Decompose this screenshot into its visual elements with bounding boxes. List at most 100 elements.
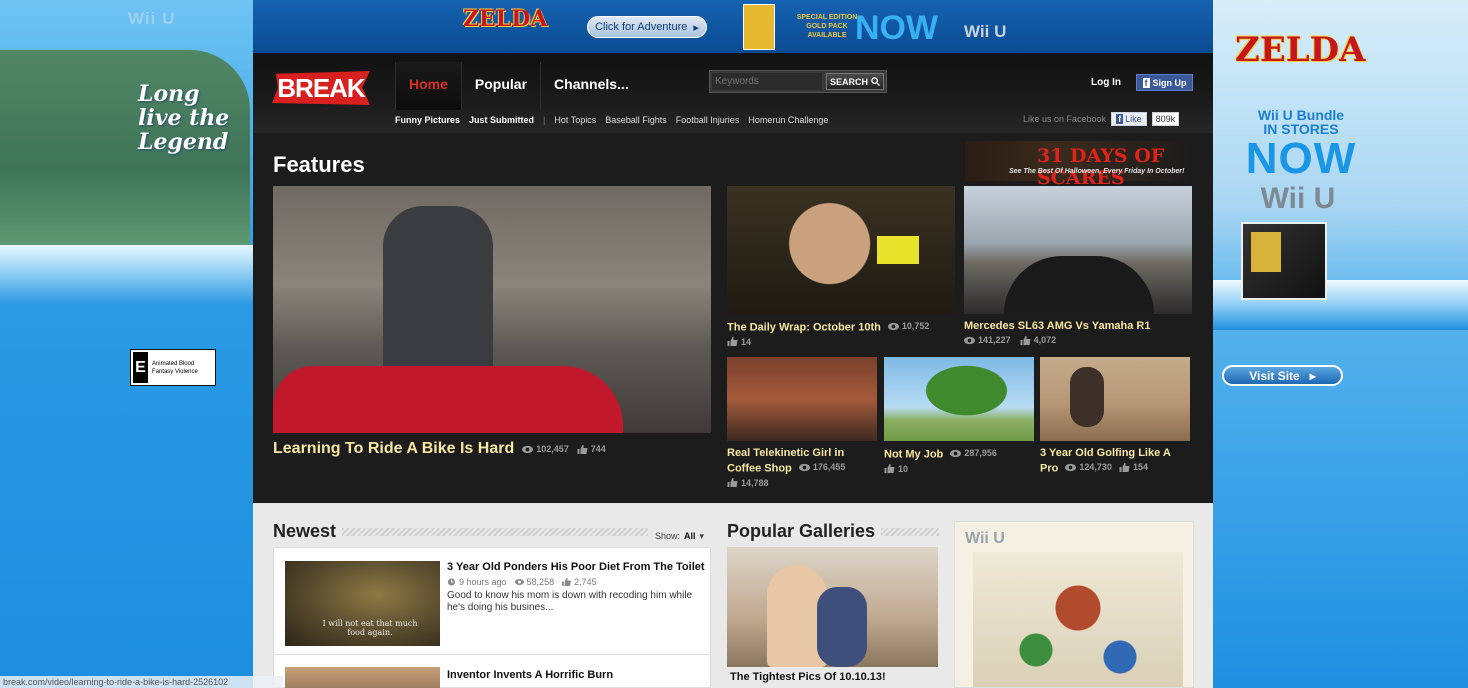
sidebar-ad[interactable]: Wii U [954, 521, 1194, 688]
like-count-value: 154 [1133, 462, 1149, 472]
wiiu-logo: Wii U [128, 9, 176, 28]
search-label: SEARCH [829, 76, 868, 87]
taser-shape [877, 236, 919, 264]
view-count: 124,730 [1065, 460, 1112, 474]
eye-icon [1065, 463, 1077, 471]
search-form: SEARCH [709, 70, 887, 93]
break-logo[interactable]: BREAK [272, 71, 370, 105]
now-text: NOW [855, 9, 939, 47]
bundle-text: Wii U Bundle IN STORES [1231, 108, 1371, 136]
legend-tagline: Long live the Legend [138, 81, 230, 155]
video-thumbnail-daily-wrap[interactable] [727, 186, 955, 314]
facebook-like-button[interactable]: f Like [1111, 112, 1147, 126]
video-caption: Real Telekinetic Girl in Coffee Shop 176… [727, 446, 877, 491]
video-thumbnail-mercedes[interactable] [964, 186, 1192, 314]
featured-video-title[interactable]: Learning To Ride A Bike Is Hard [273, 440, 514, 458]
subnav-hot-topics[interactable]: Hot Topics [554, 115, 596, 125]
video-title[interactable]: The Daily Wrap: October 10th [727, 322, 881, 334]
show-filter[interactable]: Show: All ▾ [655, 531, 704, 542]
heading-stripes [342, 527, 648, 536]
thumbs-up-icon [577, 444, 588, 454]
now-text: NOW [1245, 134, 1357, 183]
facebook-like-count: 809k [1151, 112, 1180, 126]
scares-headline: 31 DAYS OF SCARES [1037, 145, 1165, 189]
subnav-football-injuries[interactable]: Football Injuries [676, 115, 740, 125]
signup-button[interactable]: f Sign Up [1136, 74, 1193, 91]
scooter-shape [273, 366, 623, 433]
video-thumbnail-golfing[interactable] [1040, 357, 1190, 441]
chevron-down-icon: ▾ [699, 531, 705, 541]
visit-site-label: Visit Site [1249, 368, 1300, 383]
search-input[interactable] [712, 73, 822, 90]
right-ad-skin[interactable]: Wii U Bundle IN STORES NOW Wii U Visit S… [1213, 0, 1468, 688]
left-ad-skin[interactable]: Wii U Long live the Legend [0, 0, 253, 688]
bundle-box-art [1241, 222, 1327, 300]
subnav-homerun-challenge[interactable]: Homerun Challenge [748, 115, 828, 125]
like-count-value: 744 [590, 444, 606, 454]
newest-item-title[interactable]: 3 Year Old Ponders His Poor Diet From Th… [447, 561, 705, 573]
post-time: 9 hours ago [447, 577, 507, 587]
tab-home[interactable]: Home [395, 62, 461, 110]
video-thumbnail-telekinetic[interactable] [727, 357, 877, 441]
view-count: 10,752 [887, 319, 929, 333]
gallery-thumbnail[interactable] [727, 547, 938, 667]
play-arrow-icon: ▸ [693, 21, 699, 34]
galleries-title: Popular Galleries [727, 521, 876, 541]
featured-video-thumbnail[interactable] [273, 186, 711, 433]
subnav-just-submitted[interactable]: Just Submitted [469, 115, 534, 125]
click-for-adventure-button[interactable]: Click for Adventure ▸ [587, 16, 707, 38]
like-count-value: 10 [898, 463, 909, 474]
eye-icon [514, 579, 524, 585]
eye-icon [798, 463, 810, 471]
video-title[interactable]: Mercedes SL63 AMG Vs Yamaha R1 [964, 320, 1150, 332]
eye-icon [964, 336, 975, 344]
video-title[interactable]: Not My Job [884, 449, 943, 461]
visit-site-button[interactable]: Visit Site ▸ [1222, 365, 1343, 386]
eye-icon [522, 445, 534, 453]
motorcycle-dash-shape [1004, 256, 1154, 314]
newest-thumbnail[interactable]: I will not eat that much food again. [285, 561, 440, 646]
video-caption: Not My Job 287,956 10 [884, 446, 1034, 477]
top-banner-ad[interactable]: ZELDA Click for Adventure ▸ SPECIAL EDIT… [253, 0, 1213, 53]
newest-thumbnail[interactable] [285, 667, 440, 688]
thumbs-up-icon [1020, 335, 1031, 345]
rider-figure [383, 206, 493, 376]
sub-nav: Funny Pictures Just Submitted | Hot Topi… [395, 115, 828, 125]
lower-content: Newest Show: All ▾ I will not eat that m… [253, 503, 1213, 688]
tab-popular[interactable]: Popular [460, 62, 540, 110]
features-title: Features [273, 152, 365, 177]
view-count: 102,457 [522, 444, 569, 454]
wiiu-logo: Wii U [965, 530, 1005, 547]
list-item: Inventor Invents A Horrific Burn [274, 654, 710, 688]
view-count-value: 141,227 [978, 335, 1011, 345]
zelda-logo: ZELDA [1235, 30, 1366, 70]
eye-icon [887, 322, 899, 330]
thumbs-up-icon [727, 478, 738, 487]
newest-heading: Newest [273, 521, 648, 542]
bundle-line-1: Wii U Bundle [1257, 107, 1345, 123]
newest-item-description: Good to know his mom is down with recodi… [447, 590, 693, 613]
heading-stripes [881, 527, 939, 536]
login-link[interactable]: Log In [1091, 77, 1121, 88]
main-page: BREAK Home Popular Channels... SEARCH Lo… [253, 53, 1213, 688]
zelda-ad-art [973, 552, 1183, 687]
facebook-icon: f [1116, 114, 1124, 124]
scares-promo[interactable]: 31 DAYS OF SCARES See The Best Of Hallow… [965, 141, 1193, 189]
wiiu-logo: Wii U [964, 22, 1007, 41]
like-count-value: 14 [741, 336, 752, 347]
video-thumbnail-not-my-job[interactable] [884, 357, 1034, 441]
like-count-value: 14,788 [741, 477, 769, 488]
subnav-baseball-fights[interactable]: Baseball Fights [605, 115, 667, 125]
thumbs-up-icon [1119, 462, 1130, 472]
main-nav: Home Popular Channels... [395, 62, 642, 110]
gallery-title[interactable]: The Tightest Pics Of 10.10.13! [730, 671, 886, 683]
post-time-value: 9 hours ago [459, 577, 507, 587]
gallery-figure-shape [817, 587, 867, 667]
tab-channels[interactable]: Channels... [540, 62, 642, 110]
search-icon [871, 77, 880, 86]
subnav-funny-pictures[interactable]: Funny Pictures [395, 115, 460, 125]
site-header: BREAK Home Popular Channels... SEARCH Lo… [253, 53, 1213, 133]
search-button[interactable]: SEARCH [826, 73, 884, 90]
view-count: 58,258 [514, 577, 554, 587]
newest-item-title[interactable]: Inventor Invents A Horrific Burn [447, 669, 613, 681]
